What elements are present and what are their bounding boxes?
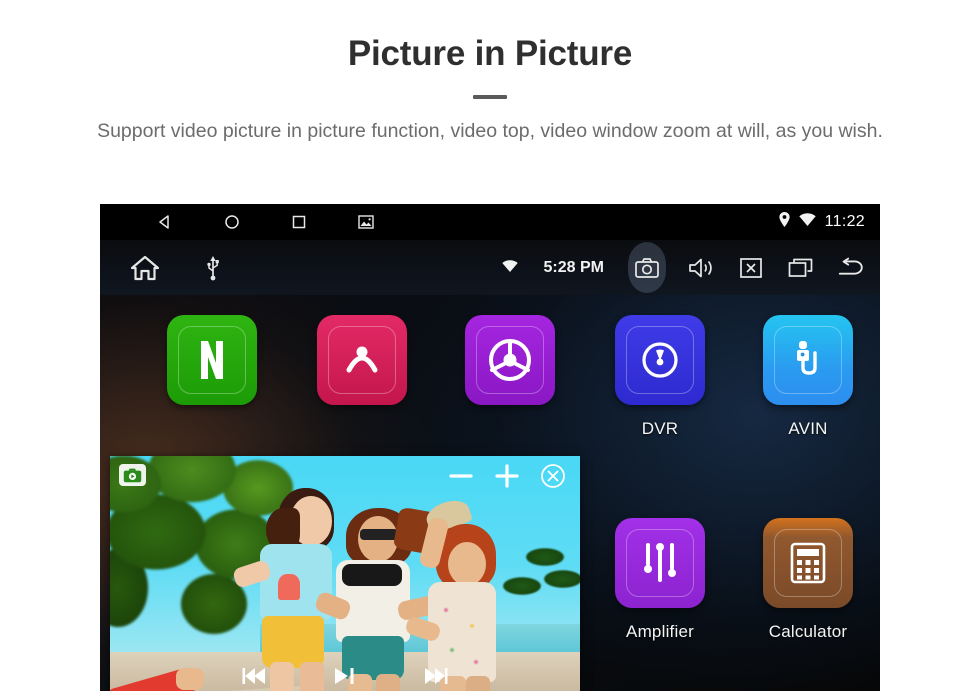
system-toolbar-right: 5:28 PM xyxy=(501,240,866,295)
next-track-icon[interactable] xyxy=(421,664,449,688)
pip-control-bar xyxy=(110,456,580,496)
status-bar-right: 11:22 xyxy=(779,204,865,240)
wifi-icon xyxy=(798,213,816,231)
image-screenshot-icon[interactable] xyxy=(356,212,376,232)
dashcam-icon xyxy=(615,315,705,405)
app-label: DVR xyxy=(641,419,679,438)
usb-icon[interactable] xyxy=(198,253,228,283)
app-tile xyxy=(763,518,853,608)
steering-icon xyxy=(465,315,555,405)
netflix-icon xyxy=(167,315,257,405)
camera-record-icon[interactable] xyxy=(119,464,146,486)
pip-playback-controls xyxy=(110,664,580,688)
triangle-back-icon[interactable] xyxy=(155,212,175,232)
volume-icon[interactable] xyxy=(686,253,716,283)
camera-icon[interactable] xyxy=(628,242,666,293)
app-tile xyxy=(317,315,407,405)
app-label: Amplifier xyxy=(626,622,694,641)
status-clock: 11:22 xyxy=(824,213,865,230)
multiwindow-icon[interactable] xyxy=(786,253,816,283)
page-title: Picture in Picture xyxy=(347,34,633,73)
app-tile xyxy=(763,315,853,405)
close-boxed-icon[interactable] xyxy=(736,253,766,283)
previous-track-icon[interactable] xyxy=(241,664,269,688)
android-status-bar: 11:22 xyxy=(100,204,880,240)
system-toolbar-left xyxy=(130,253,228,283)
app-label: AVIN xyxy=(788,419,828,438)
app-icon-wheelkey-study[interactable] xyxy=(432,315,588,405)
pip-buttons xyxy=(446,461,568,491)
wifi-icon xyxy=(501,259,518,277)
toolbar-clock: 5:28 PM xyxy=(543,258,604,276)
app-label: Calculator xyxy=(768,622,848,641)
scene-palm xyxy=(496,574,548,598)
app-tile xyxy=(167,315,257,405)
pip-video-window[interactable]: seicar xyxy=(110,456,580,691)
app-icon-amplifier[interactable]: Amplifier xyxy=(582,518,738,642)
equalizer-icon xyxy=(615,518,705,608)
pip-zoom-out-button[interactable] xyxy=(446,461,476,491)
app-icon-avin[interactable]: AVIN xyxy=(730,315,880,439)
app-icon-calculator[interactable]: Calculator xyxy=(730,518,880,642)
circle-home-icon[interactable] xyxy=(222,212,242,232)
app-tile xyxy=(465,315,555,405)
home-icon[interactable] xyxy=(130,253,160,283)
promo-header: Picture in Picture Support video picture… xyxy=(0,0,980,146)
square-recents-icon[interactable] xyxy=(289,212,309,232)
play-pause-icon[interactable] xyxy=(331,664,359,688)
system-toolbar: 5:28 PM xyxy=(100,240,880,295)
device-screen: 11:22 5:28 PM DVR AVIN Amplifier Calcula… xyxy=(100,204,880,691)
pip-close-button[interactable] xyxy=(538,461,568,491)
app-icon-dvr[interactable]: DVR xyxy=(582,315,738,439)
avin-plug-icon xyxy=(763,315,853,405)
page-subtitle: Support video picture in picture functio… xyxy=(97,120,883,143)
app-icon-netflix[interactable] xyxy=(134,315,290,405)
siriusxm-icon xyxy=(317,315,407,405)
android-nav-buttons xyxy=(155,212,376,232)
app-icon-siriusxm[interactable] xyxy=(284,315,440,405)
location-pin-icon xyxy=(779,212,790,232)
title-divider xyxy=(473,95,507,100)
pip-zoom-in-button[interactable] xyxy=(492,461,522,491)
app-tile xyxy=(615,518,705,608)
app-desktop: DVR AVIN Amplifier Calculator xyxy=(100,295,880,691)
app-tile xyxy=(615,315,705,405)
back-arrow-icon[interactable] xyxy=(836,253,866,283)
calculator-icon xyxy=(763,518,853,608)
